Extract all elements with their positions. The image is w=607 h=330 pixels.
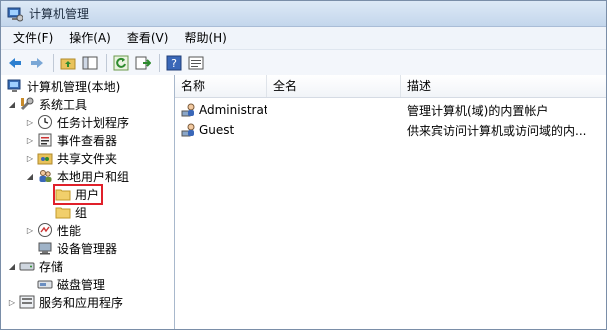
tree-label: 设备管理器 — [57, 241, 118, 256]
menu-action[interactable]: 操作(A) — [61, 27, 119, 49]
user-icon — [181, 122, 197, 138]
tree-label: 性能 — [57, 223, 82, 238]
services-icon — [19, 294, 35, 310]
device-manager-icon — [37, 240, 53, 256]
export-list-icon[interactable] — [133, 53, 153, 73]
tree-item-groups[interactable]: 组 — [1, 203, 174, 221]
expanded-arrow-icon[interactable]: ◢ — [7, 261, 17, 271]
menu-help[interactable]: 帮助(H) — [176, 27, 234, 49]
main-content: 计算机管理(本地) ◢ 系统工具 ▷ 任务计划程序 ▷ 事件查看器 ▷ 共享文件… — [1, 75, 606, 329]
tree-item-device-manager[interactable]: 设备管理器 — [1, 239, 174, 257]
title-bar[interactable]: 计算机管理 — [1, 1, 606, 27]
tree-item-system-tools[interactable]: ◢ 系统工具 — [1, 95, 174, 113]
table-row[interactable]: Administrat... 管理计算机(域)的内置帐户 — [175, 100, 606, 120]
back-arrow-icon[interactable] — [5, 53, 25, 73]
tree-label: 计算机管理(本地) — [27, 79, 121, 94]
toolbar: ? — [1, 50, 606, 77]
menu-bar: 文件(F) 操作(A) 查看(V) 帮助(H) — [1, 27, 606, 50]
list-header: 名称 全名 描述 — [175, 75, 606, 98]
tree-label: 本地用户和组 — [57, 169, 130, 184]
collapsed-arrow-icon[interactable]: ▷ — [25, 135, 35, 145]
user-list-pane: 名称 全名 描述 Administrat... 管理计算机(域)的内置帐户 — [175, 75, 606, 329]
tree-label: 存储 — [39, 259, 64, 274]
column-description[interactable]: 描述 — [401, 75, 606, 97]
user-name: Administrat... — [199, 103, 267, 117]
folder-icon — [55, 204, 71, 220]
tree-item-event-viewer[interactable]: ▷ 事件查看器 — [1, 131, 174, 149]
user-icon — [181, 102, 197, 118]
shared-folder-icon — [37, 150, 53, 166]
column-name[interactable]: 名称 — [175, 75, 267, 97]
menu-file[interactable]: 文件(F) — [5, 27, 61, 49]
computer-management-icon — [7, 78, 23, 94]
toolbar-separator — [53, 54, 54, 72]
collapsed-arrow-icon[interactable]: ▷ — [25, 117, 35, 127]
storage-icon — [19, 258, 35, 274]
tree-item-task-scheduler[interactable]: ▷ 任务计划程序 — [1, 113, 174, 131]
highlight-box: 用户 — [52, 183, 104, 205]
expanded-arrow-icon[interactable]: ◢ — [7, 99, 17, 109]
window-title: 计算机管理 — [29, 7, 90, 21]
properties-icon[interactable] — [186, 53, 206, 73]
cell-name: Guest — [175, 122, 267, 138]
tree-label: 服务和应用程序 — [39, 295, 124, 310]
table-row[interactable]: Guest 供来宾访问计算机或访问域的内... — [175, 120, 606, 140]
cell-description: 管理计算机(域)的内置帐户 — [407, 103, 549, 118]
expanded-arrow-icon[interactable]: ◢ — [25, 171, 35, 181]
tree-label: 磁盘管理 — [57, 277, 106, 292]
refresh-icon[interactable] — [111, 53, 131, 73]
cell-name: Administrat... — [175, 102, 267, 118]
disk-management-icon — [37, 276, 53, 292]
collapsed-arrow-icon[interactable]: ▷ — [25, 153, 35, 163]
navigation-tree: 计算机管理(本地) ◢ 系统工具 ▷ 任务计划程序 ▷ 事件查看器 ▷ 共享文件… — [1, 75, 175, 329]
forward-arrow-icon[interactable] — [27, 53, 47, 73]
folder-icon — [55, 186, 71, 202]
cell-description: 供来宾访问计算机或访问域的内... — [407, 123, 587, 138]
show-hide-tree-icon[interactable] — [80, 53, 100, 73]
collapsed-arrow-icon[interactable]: ▷ — [25, 225, 35, 235]
tree-item-performance[interactable]: ▷ 性能 — [1, 221, 174, 239]
tree-item-disk-management[interactable]: 磁盘管理 — [1, 275, 174, 293]
toolbar-separator — [106, 54, 107, 72]
tree-item-root[interactable]: 计算机管理(本地) — [1, 77, 174, 95]
user-name: Guest — [199, 123, 235, 137]
tree-label: 组 — [75, 205, 88, 220]
tree-item-shared-folders[interactable]: ▷ 共享文件夹 — [1, 149, 174, 167]
toolbar-separator — [159, 54, 160, 72]
clock-icon — [37, 114, 53, 130]
up-folder-icon[interactable] — [58, 53, 78, 73]
help-icon[interactable]: ? — [164, 53, 184, 73]
tools-icon — [19, 96, 35, 112]
column-fullname[interactable]: 全名 — [267, 75, 401, 97]
tree-label: 任务计划程序 — [57, 115, 130, 130]
computer-management-window: 计算机管理 文件(F) 操作(A) 查看(V) 帮助(H) ? 计算机管理(本地… — [0, 0, 607, 330]
collapsed-arrow-icon[interactable]: ▷ — [7, 297, 17, 307]
menu-view[interactable]: 查看(V) — [119, 27, 177, 49]
svg-text:?: ? — [171, 57, 177, 70]
tree-label: 共享文件夹 — [57, 151, 118, 166]
users-group-icon — [37, 168, 53, 184]
tree-label: 系统工具 — [39, 97, 88, 112]
tree-label: 事件查看器 — [57, 133, 118, 148]
computer-management-icon — [7, 6, 24, 22]
tree-item-services-apps[interactable]: ▷ 服务和应用程序 — [1, 293, 174, 311]
event-viewer-icon — [37, 132, 53, 148]
tree-item-users[interactable]: 用户 — [1, 183, 174, 205]
tree-label: 用户 — [75, 187, 100, 202]
tree-item-storage[interactable]: ◢ 存储 — [1, 257, 174, 275]
tree-item-local-users-groups[interactable]: ◢ 本地用户和组 — [1, 167, 174, 185]
performance-icon — [37, 222, 53, 238]
